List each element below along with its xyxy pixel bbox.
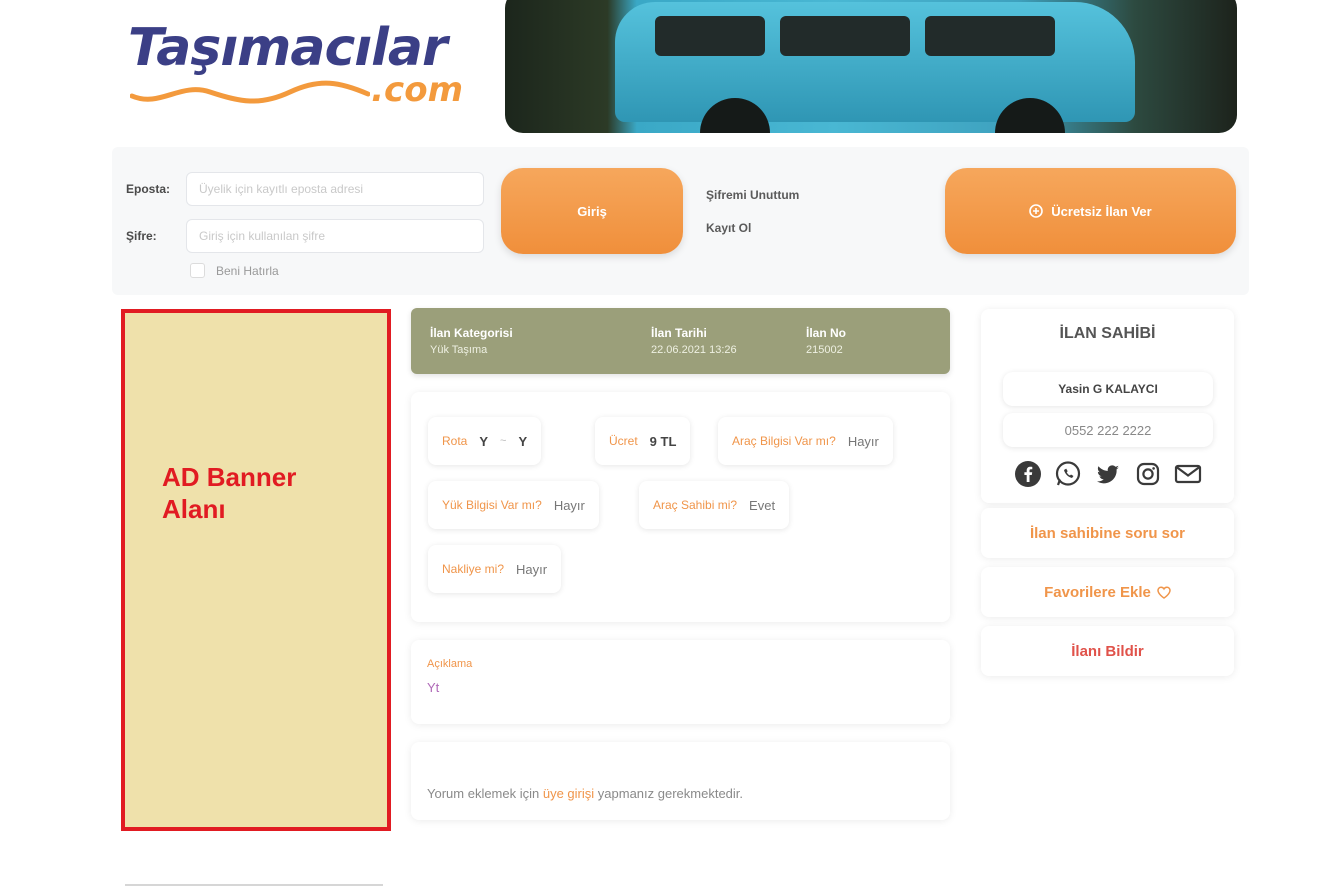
description-label: Açıklama: [427, 658, 473, 670]
vehicle-owner-value: Evet: [749, 497, 776, 513]
hero-car-shape: [615, 2, 1135, 133]
add-favorites-button[interactable]: Favorilere Ekle: [981, 567, 1234, 617]
route-to: Y: [518, 433, 528, 449]
login-button[interactable]: Giriş: [501, 168, 683, 254]
route-tilde: ~: [500, 435, 507, 447]
owner-phone[interactable]: 0552 222 2222: [1003, 413, 1213, 447]
comment-prefix: Yorum eklemek için: [427, 786, 540, 801]
cargo-info-key: Yük Bilgisi Var mı?: [442, 498, 542, 512]
mail-icon[interactable]: [1173, 459, 1203, 489]
member-login-link[interactable]: üye girişi: [543, 786, 594, 801]
ad-banner-text: AD Banner Alanı: [162, 461, 296, 525]
email-label: Eposta:: [126, 182, 171, 196]
vehicle-info-key: Araç Bilgisi Var mı?: [732, 434, 836, 448]
description-text: Yt: [427, 680, 440, 695]
post-ad-button-label: Ücretsiz İlan Ver: [1051, 203, 1152, 219]
route-chip: Rota Y ~ Y: [428, 417, 542, 465]
comments-card: Yorum eklemek için üye girişi yapmanız g…: [411, 742, 950, 820]
price-chip: Ücret 9 TL: [595, 417, 691, 465]
listing-category-label: İlan Kategorisi: [430, 326, 513, 340]
logo-sub-text: .com: [371, 70, 463, 110]
ad-banner[interactable]: AD Banner Alanı: [121, 309, 391, 831]
vehicle-owner-key: Araç Sahibi mi?: [653, 498, 738, 512]
vehicle-owner-chip: Araç Sahibi mi? Evet: [639, 481, 790, 529]
twitter-icon[interactable]: [1093, 459, 1123, 489]
site-logo[interactable]: Taşımacılar .com: [128, 18, 473, 110]
listing-owner-card: İLAN SAHİBİ Yasin G KALAYCI 0552 222 222…: [981, 309, 1234, 503]
logo-main-text: Taşımacılar: [128, 18, 448, 78]
listing-date: İlan Tarihi 22.06.2021 13:26: [651, 326, 737, 356]
transport-key: Nakliye mi?: [442, 562, 505, 576]
route-from: Y: [479, 433, 489, 449]
listing-number-label: İlan No: [806, 326, 847, 340]
email-input[interactable]: [186, 172, 484, 206]
listing-details-card: Rota Y ~ Y Ücret 9 TL Araç Bilgisi Var m…: [411, 392, 950, 622]
heart-icon: [1157, 585, 1171, 599]
price-key: Ücret: [609, 434, 638, 448]
forgot-password-link[interactable]: Şifremi Unuttum: [706, 188, 799, 202]
cargo-info-value: Hayır: [553, 497, 585, 513]
listing-number-value: 215002: [806, 344, 843, 356]
listing-number: İlan No 215002: [806, 326, 846, 356]
logo-wave-icon: [130, 80, 370, 104]
whatsapp-icon[interactable]: [1053, 459, 1083, 489]
password-input[interactable]: [186, 219, 484, 253]
vehicle-info-chip: Araç Bilgisi Var mı? Hayır: [718, 417, 893, 465]
share-icons: [1013, 459, 1203, 489]
owner-title: İLAN SAHİBİ: [1059, 325, 1156, 342]
instagram-icon[interactable]: [1133, 459, 1163, 489]
transport-chip: Nakliye mi? Hayır: [428, 545, 562, 593]
remember-me-label[interactable]: Beni Hatırla: [216, 264, 279, 278]
description-card: Açıklama Yt: [411, 640, 950, 724]
page: Taşımacılar .com Eposta: Şifre: Beni Hat…: [0, 0, 1329, 888]
add-favorites-label: Favorilere Ekle: [1044, 583, 1151, 601]
listing-date-label: İlan Tarihi: [651, 326, 707, 340]
ad-banner-line1: AD Banner: [162, 462, 297, 492]
remember-me-checkbox[interactable]: [190, 263, 205, 278]
plus-circle-icon: [1029, 204, 1044, 218]
vehicle-info-value: Hayır: [847, 433, 879, 449]
listing-category-value: Yük Taşıma: [430, 344, 488, 356]
register-link[interactable]: Kayıt Ol: [706, 221, 751, 235]
listing-info-bar: İlan Kategorisi Yük Taşıma İlan Tarihi 2…: [411, 308, 950, 374]
divider: [125, 884, 383, 886]
listing-category: İlan Kategorisi Yük Taşıma: [430, 326, 513, 356]
ask-owner-label: İlan sahibine soru sor: [1029, 524, 1186, 542]
report-listing-label: İlanı Bildir: [1071, 642, 1144, 660]
listing-date-value: 22.06.2021 13:26: [651, 344, 737, 356]
post-ad-button[interactable]: Ücretsiz İlan Ver: [945, 168, 1236, 254]
comment-suffix: yapmanız gerekmektedir.: [597, 786, 744, 801]
cargo-info-chip: Yük Bilgisi Var mı? Hayır: [428, 481, 599, 529]
price-value: 9 TL: [649, 433, 677, 449]
ask-owner-button[interactable]: İlan sahibine soru sor: [981, 508, 1234, 558]
ad-banner-line2: Alanı: [162, 494, 226, 524]
owner-name: Yasin G KALAYCI: [1003, 372, 1213, 406]
report-listing-button[interactable]: İlanı Bildir: [981, 626, 1234, 676]
password-label: Şifre:: [126, 229, 157, 243]
comment-login-notice: Yorum eklemek için üye girişi yapmanız g…: [427, 786, 743, 801]
transport-value: Hayır: [516, 561, 548, 577]
route-key: Rota: [442, 434, 468, 448]
hero-banner-image: [505, 0, 1237, 133]
login-button-label: Giriş: [577, 203, 607, 219]
facebook-icon[interactable]: [1013, 459, 1043, 489]
